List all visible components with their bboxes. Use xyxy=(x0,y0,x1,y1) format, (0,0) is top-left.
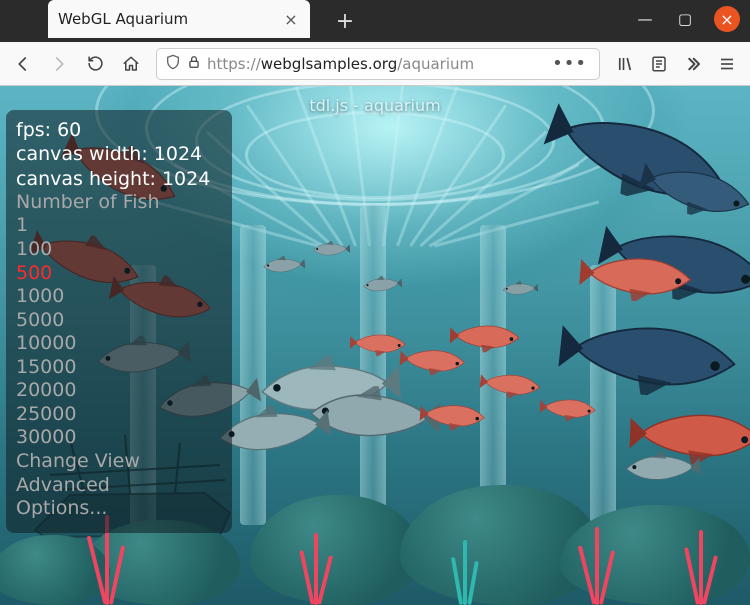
fish-count-option[interactable]: 10000 xyxy=(16,332,222,356)
fish-count-header: Number of Fish xyxy=(16,191,222,215)
stats-panel: fps: 60 canvas width: 1024 canvas height… xyxy=(6,110,232,533)
fish-count-option[interactable]: 1 xyxy=(16,214,222,238)
fish-count-option[interactable]: 15000 xyxy=(16,356,222,380)
browser-tab[interactable]: WebGL Aquarium × xyxy=(48,0,310,38)
url-bar[interactable]: https://webglsamples.org/aquarium ••• xyxy=(156,48,600,80)
maximize-button[interactable]: ▢ xyxy=(674,8,696,30)
fish xyxy=(310,240,351,258)
page-content: tdl.js - aquarium fps: 60 canvas width: … xyxy=(0,86,750,605)
fish-count-option[interactable]: 30000 xyxy=(16,426,222,450)
new-tab-button[interactable]: + xyxy=(332,8,358,34)
fish xyxy=(578,247,701,306)
page-actions-icon[interactable]: ••• xyxy=(548,53,591,74)
advanced-button[interactable]: Advanced xyxy=(16,474,222,498)
tab-title: WebGL Aquarium xyxy=(58,10,282,28)
fish xyxy=(419,399,491,433)
titlebar: WebGL Aquarium × + — ▢ × xyxy=(0,0,750,42)
fish-count-option[interactable]: 100 xyxy=(16,238,222,262)
fish xyxy=(359,274,402,295)
change-view-button[interactable]: Change View xyxy=(16,450,222,474)
fish xyxy=(350,330,411,357)
tab-close-icon[interactable]: × xyxy=(282,10,300,28)
fish xyxy=(259,254,305,276)
fish xyxy=(500,280,539,298)
options-button[interactable]: Options... xyxy=(16,497,222,521)
forward-button[interactable] xyxy=(44,49,74,79)
reader-view-button[interactable] xyxy=(644,49,674,79)
dome-ring xyxy=(245,111,505,199)
library-button[interactable] xyxy=(610,49,640,79)
home-button[interactable] xyxy=(116,49,146,79)
browser-toolbar: https://webglsamples.org/aquarium ••• xyxy=(0,42,750,86)
fish xyxy=(556,306,750,405)
fps-stat: fps: 60 xyxy=(16,118,222,142)
shield-icon[interactable] xyxy=(165,54,181,74)
reload-button[interactable] xyxy=(80,49,110,79)
canvas-height-stat: canvas height: 1024 xyxy=(16,167,222,191)
menu-button[interactable] xyxy=(712,49,742,79)
url-text: https://webglsamples.org/aquarium xyxy=(207,55,542,73)
fish xyxy=(539,394,601,423)
page-title: tdl.js - aquarium xyxy=(309,96,440,115)
fish-count-option[interactable]: 500 xyxy=(16,262,222,286)
canvas-width-stat: canvas width: 1024 xyxy=(16,142,222,166)
window-controls: — ▢ × xyxy=(634,6,740,32)
back-button[interactable] xyxy=(8,49,38,79)
minimize-button[interactable]: — xyxy=(634,8,656,30)
overflow-button[interactable] xyxy=(678,49,708,79)
window-close-button[interactable]: × xyxy=(714,6,740,32)
fish-count-option[interactable]: 5000 xyxy=(16,309,222,333)
fish-count-option[interactable]: 20000 xyxy=(16,379,222,403)
lock-icon[interactable] xyxy=(187,54,201,73)
fish xyxy=(619,450,700,486)
fish-count-option[interactable]: 1000 xyxy=(16,285,222,309)
fish-count-option[interactable]: 25000 xyxy=(16,403,222,427)
